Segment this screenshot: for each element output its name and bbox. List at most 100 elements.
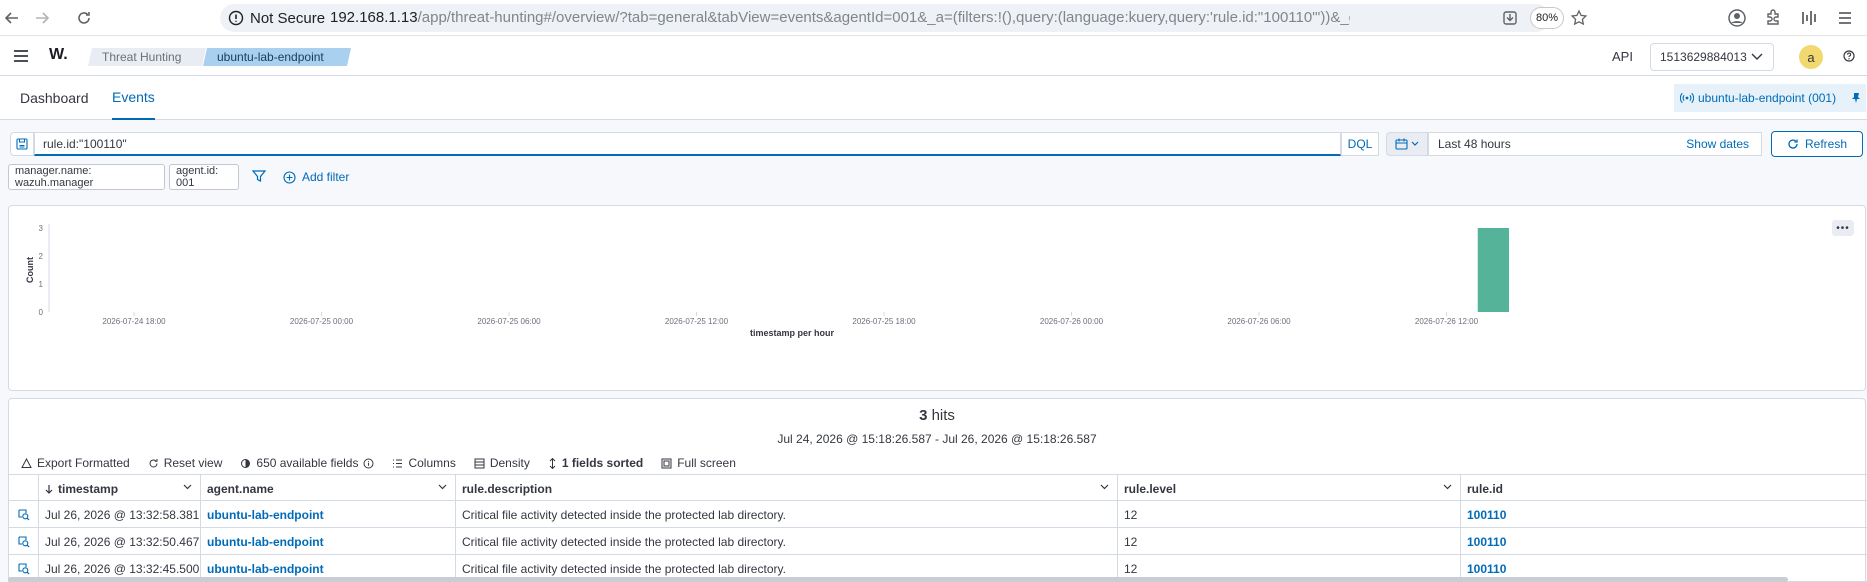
column-label: rule.id [1467, 481, 1504, 496]
breadcrumb-agent[interactable]: ubuntu-lab-endpoint [203, 48, 351, 66]
cell-rule-description: Critical file activity detected inside t… [456, 501, 1118, 528]
table-header-row: timestamp agent.name rule.description ru… [9, 474, 1867, 502]
extensions-icon[interactable] [1763, 8, 1783, 28]
column-header-agent-name[interactable]: agent.name [201, 475, 456, 502]
expand-row-button[interactable] [9, 501, 39, 528]
list-icon [393, 458, 403, 468]
export-formatted-button[interactable]: Export Formatted [21, 456, 130, 470]
y-axis-label: Count [25, 257, 35, 283]
tab-events[interactable]: Events [112, 76, 155, 120]
x-tick-label: 2026-07-26 06:00 [1227, 317, 1291, 326]
url-path: /app/threat-hunting#/overview/?tab=gener… [417, 9, 1350, 26]
reload-button[interactable] [72, 6, 96, 30]
chevron-down-icon[interactable] [438, 484, 447, 490]
hits-number: 3 [919, 407, 928, 424]
sort-icon [549, 457, 556, 469]
x-tick-label: 2026-07-24 18:00 [102, 317, 166, 326]
hits-count: 3 hits [9, 407, 1865, 424]
plus-circle-icon [283, 170, 296, 184]
histogram-chart: 0 1 2 3 Count 2026-07-24 18:00 2026-07-25 00:0… [25, 224, 1509, 338]
horizontal-scrollbar[interactable] [8, 577, 1788, 582]
app-logo[interactable]: W. [49, 46, 68, 64]
date-quick-menu[interactable] [1386, 132, 1428, 156]
zoom-level[interactable]: 80% [1530, 7, 1564, 29]
fields-label: 650 available fields [256, 456, 359, 470]
arrow-right-icon [36, 12, 50, 24]
saved-query-button[interactable] [10, 132, 34, 156]
pin-icon[interactable] [1850, 92, 1862, 104]
chevron-down-icon [1751, 53, 1763, 60]
date-range-display[interactable]: Last 48 hours Show dates [1428, 132, 1762, 156]
hits-label: hits [931, 407, 955, 424]
x-tick-label: 2026-07-25 06:00 [477, 317, 541, 326]
date-range-value: Last 48 hours [1438, 137, 1511, 151]
cell-rule-id-link[interactable]: 100110 [1461, 528, 1867, 555]
available-fields-button[interactable]: 650 available fields [240, 456, 374, 470]
chart-options-button[interactable]: ••• [1832, 220, 1854, 236]
table-row: Jul 26, 2026 @ 13:32:50.467 ubuntu-lab-e… [9, 528, 1867, 555]
tenant-value: 1513629884013 [1660, 50, 1747, 64]
user-avatar[interactable]: a [1799, 45, 1823, 69]
filter-pill-agent[interactable]: agent.id: 001 [169, 164, 239, 190]
column-label: timestamp [58, 481, 119, 496]
forward-button[interactable] [30, 6, 54, 30]
cell-rule-description: Critical file activity detected inside t… [456, 528, 1118, 555]
y-tick-label: 2 [39, 252, 44, 261]
bookmark-star-icon[interactable] [1570, 9, 1588, 27]
columns-label: Columns [408, 456, 456, 470]
query-input[interactable] [34, 132, 1341, 156]
query-language-button[interactable]: DQL [1341, 132, 1379, 156]
security-indicator[interactable]: Not Secure [228, 8, 325, 28]
breadcrumb-threat-hunting[interactable]: Threat Hunting [88, 48, 206, 66]
refresh-button[interactable]: Refresh [1771, 131, 1863, 157]
help-icon[interactable] [1843, 50, 1855, 62]
filter-funnel-icon[interactable] [252, 169, 266, 183]
column-header-timestamp[interactable]: timestamp [39, 475, 201, 502]
column-header-rule-id[interactable]: rule.id [1461, 475, 1867, 502]
media-control-icon[interactable] [1799, 8, 1819, 28]
expand-row-button[interactable] [9, 528, 39, 555]
install-app-icon[interactable] [1502, 10, 1518, 26]
info-icon [363, 458, 374, 468]
column-label: rule.description [462, 481, 553, 496]
density-button[interactable]: Density [474, 456, 530, 470]
api-link[interactable]: API [1612, 49, 1633, 64]
reset-view-button[interactable]: Reset view [148, 456, 222, 470]
cell-agent-name-link[interactable]: ubuntu-lab-endpoint [201, 501, 456, 528]
back-button[interactable] [0, 6, 24, 30]
agent-selector[interactable]: ubuntu-lab-endpoint (001) [1674, 84, 1866, 112]
x-tick-label: 2026-07-25 12:00 [665, 317, 729, 326]
tenant-select[interactable]: 1513629884013 [1650, 43, 1774, 71]
column-header-rule-level[interactable]: rule.level [1118, 475, 1461, 502]
inspect-icon [17, 508, 29, 520]
columns-button[interactable]: Columns [392, 456, 456, 470]
cell-agent-name-link[interactable]: ubuntu-lab-endpoint [201, 528, 456, 555]
address-bar[interactable]: Not Secure 192.168.1.13/app/threat-hunti… [220, 4, 1588, 32]
profile-icon[interactable] [1727, 8, 1747, 28]
full-screen-button[interactable]: Full screen [661, 456, 736, 470]
calendar-icon [1395, 138, 1408, 150]
chevron-down-icon[interactable] [1443, 484, 1452, 490]
export-label: Export Formatted [37, 456, 130, 470]
density-label: Density [489, 456, 530, 470]
cell-rule-level: 12 [1118, 501, 1461, 528]
filter-pill-manager[interactable]: manager.name: wazuh.manager [8, 164, 165, 190]
x-tick-label: 2026-07-25 00:00 [290, 317, 354, 326]
cell-rule-level: 12 [1118, 528, 1461, 555]
menu-icon[interactable] [13, 49, 29, 63]
cell-rule-id-link[interactable]: 100110 [1461, 501, 1867, 528]
fields-icon [241, 458, 251, 468]
chevron-down-icon[interactable] [1100, 484, 1109, 490]
reset-icon [149, 458, 158, 467]
show-dates-link[interactable]: Show dates [1686, 137, 1749, 151]
side-panel-icon[interactable] [1835, 8, 1855, 28]
inspect-icon [17, 535, 29, 547]
tab-dashboard[interactable]: Dashboard [20, 76, 89, 120]
url-text: 192.168.1.13/app/threat-hunting#/overvie… [330, 9, 1350, 26]
chevron-down-icon[interactable] [183, 484, 192, 490]
column-header-rule-description[interactable]: rule.description [456, 475, 1118, 502]
refresh-icon [1788, 139, 1798, 149]
chevron-down-icon [1411, 141, 1419, 146]
add-filter-button[interactable]: Add filter [283, 170, 349, 184]
sort-fields-button[interactable]: 1 fields sorted [548, 456, 643, 470]
